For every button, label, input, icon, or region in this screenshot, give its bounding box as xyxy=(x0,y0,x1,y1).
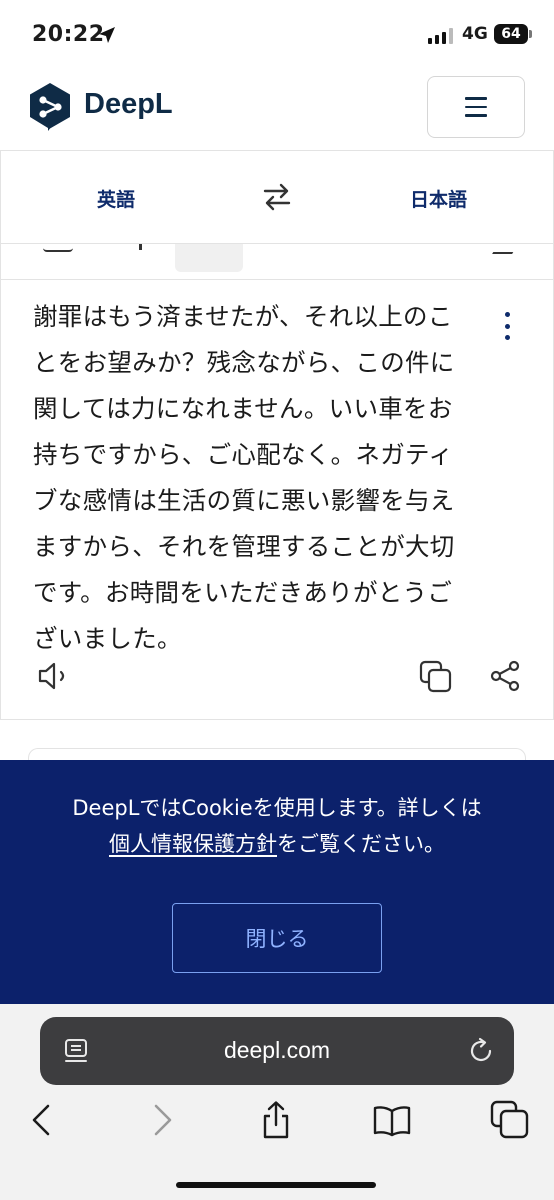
status-time: 20:22 xyxy=(32,22,105,47)
share-icon[interactable] xyxy=(256,1100,296,1140)
cookie-message: DeepLではCookieを使用します。詳しくは 個人情報保護方針をご覧ください… xyxy=(20,790,534,862)
cellular-signal-icon xyxy=(428,28,453,44)
status-bar: 20:22 4G 64 xyxy=(0,0,554,70)
back-icon[interactable] xyxy=(22,1100,62,1140)
cookie-text-after: をご覧ください。 xyxy=(277,832,445,856)
bookmarks-icon[interactable] xyxy=(372,1100,412,1140)
browser-toolbar: deepl.com xyxy=(0,1004,554,1200)
network-type: 4G xyxy=(462,24,488,44)
brand-name[interactable]: DeepL xyxy=(84,88,173,121)
cookie-text-before: DeepLではCookieを使用します。詳しくは xyxy=(72,796,482,820)
deepl-logo-icon[interactable] xyxy=(28,82,72,132)
source-panel-icon-fragment xyxy=(492,244,518,254)
more-vertical-icon xyxy=(504,312,510,317)
tabs-icon[interactable] xyxy=(490,1100,530,1140)
forward-icon[interactable] xyxy=(142,1100,182,1140)
location-arrow-icon xyxy=(99,27,115,43)
language-bar: 英語 日本語 xyxy=(0,150,554,244)
copy-icon[interactable] xyxy=(419,660,453,694)
translation-text[interactable]: 謝罪はもう済ませたが、それ以上のことをお望みか？残念ながら、この件に関しては力に… xyxy=(33,294,473,662)
source-panel-icon-fragment xyxy=(139,244,142,250)
source-panel-icon-fragment xyxy=(43,244,73,252)
address-bar[interactable]: deepl.com xyxy=(40,1017,514,1085)
reload-icon[interactable] xyxy=(466,1036,496,1066)
swap-arrows-icon[interactable] xyxy=(262,181,292,213)
battery-indicator: 64 xyxy=(494,24,532,44)
cookie-close-button[interactable]: 閉じる xyxy=(172,903,382,973)
cookie-banner: DeepLではCookieを使用します。詳しくは 個人情報保護方針をご覧ください… xyxy=(0,760,554,1004)
more-options-button[interactable] xyxy=(495,310,519,342)
privacy-policy-link[interactable]: 個人情報保護方針 xyxy=(109,832,277,856)
source-panel-chip xyxy=(175,244,243,272)
speaker-icon[interactable] xyxy=(37,660,73,692)
share-icon[interactable] xyxy=(489,660,521,692)
target-language-selector[interactable]: 日本語 xyxy=(410,185,467,212)
hamburger-icon xyxy=(465,97,487,100)
url-text[interactable]: deepl.com xyxy=(40,1037,514,1064)
translation-panel: 謝罪はもう済ませたが、それ以上のことをお望みか？残念ながら、この件に関しては力に… xyxy=(0,280,554,720)
menu-button[interactable] xyxy=(427,76,525,138)
source-language-selector[interactable]: 英語 xyxy=(97,185,135,212)
source-panel-edge xyxy=(0,244,554,280)
home-indicator xyxy=(176,1182,376,1188)
site-header: DeepL xyxy=(0,70,554,150)
